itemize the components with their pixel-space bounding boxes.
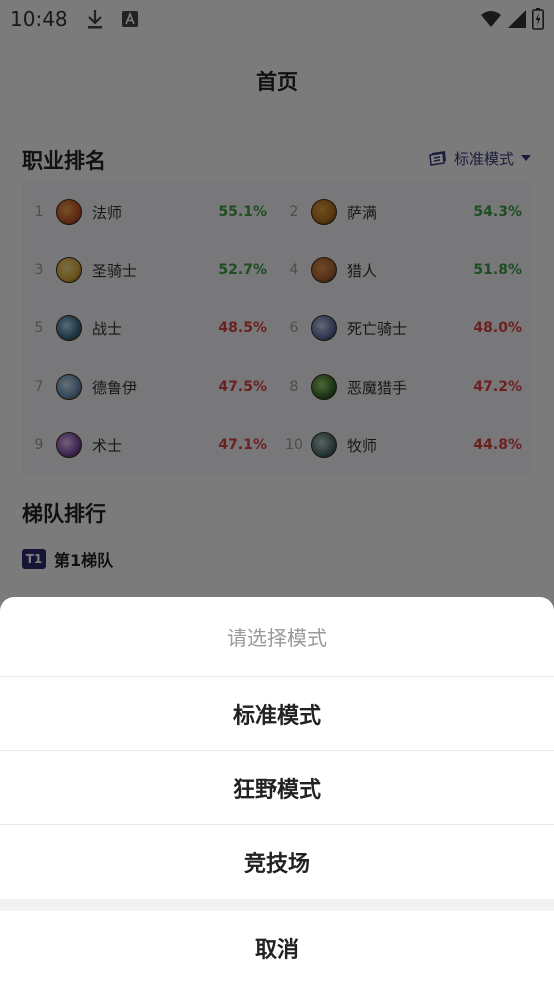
sheet-divider — [0, 899, 554, 911]
cancel-button[interactable]: 取消 — [0, 911, 554, 984]
option-arena[interactable]: 竞技场 — [0, 825, 554, 899]
option-standard-mode[interactable]: 标准模式 — [0, 677, 554, 751]
mode-action-sheet: 请选择模式 标准模式 狂野模式 竞技场 取消 — [0, 597, 554, 984]
option-wild-mode[interactable]: 狂野模式 — [0, 751, 554, 825]
sheet-prompt: 请选择模式 — [0, 597, 554, 677]
